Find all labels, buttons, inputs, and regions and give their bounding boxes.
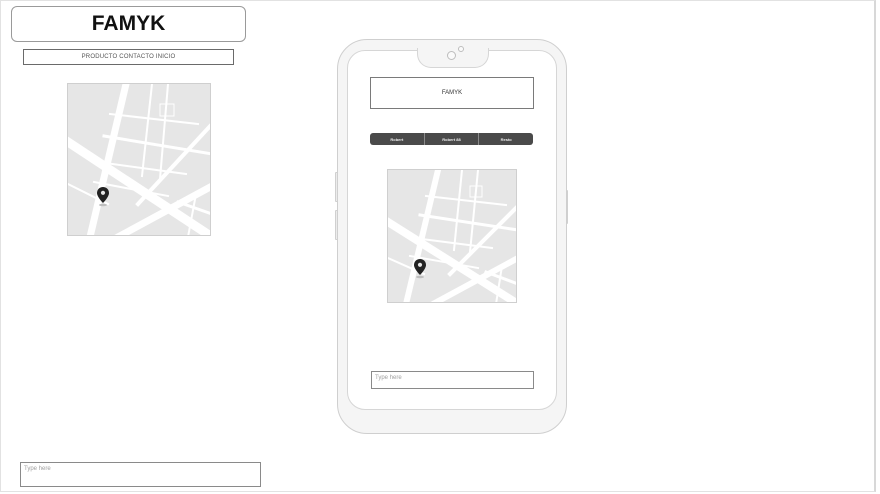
mobile-input-placeholder: Type here (375, 375, 402, 381)
tab-robert-88[interactable]: Robert 88 (425, 133, 480, 145)
desktop-input-placeholder: Type here (24, 466, 51, 472)
map-mobile[interactable] (387, 169, 517, 303)
site-title: FAMYK (11, 6, 246, 42)
tab-robert[interactable]: Robert (370, 133, 425, 145)
mobile-title: FAMYK (370, 77, 534, 109)
tab-resto[interactable]: Resto (479, 133, 533, 145)
map-desktop[interactable] (67, 83, 211, 236)
mobile-text-input[interactable]: Type here (371, 371, 534, 389)
camera-icon (447, 51, 456, 60)
map-marker-icon[interactable] (413, 258, 427, 280)
nav-links[interactable]: PRODUCTO CONTACTO INICIO (23, 49, 234, 65)
map-marker-icon[interactable] (96, 186, 110, 208)
sensor-icon (458, 46, 464, 52)
desktop-text-input[interactable]: Type here (20, 462, 261, 487)
mobile-tab-bar: Robert Robert 88 Resto (370, 133, 533, 145)
